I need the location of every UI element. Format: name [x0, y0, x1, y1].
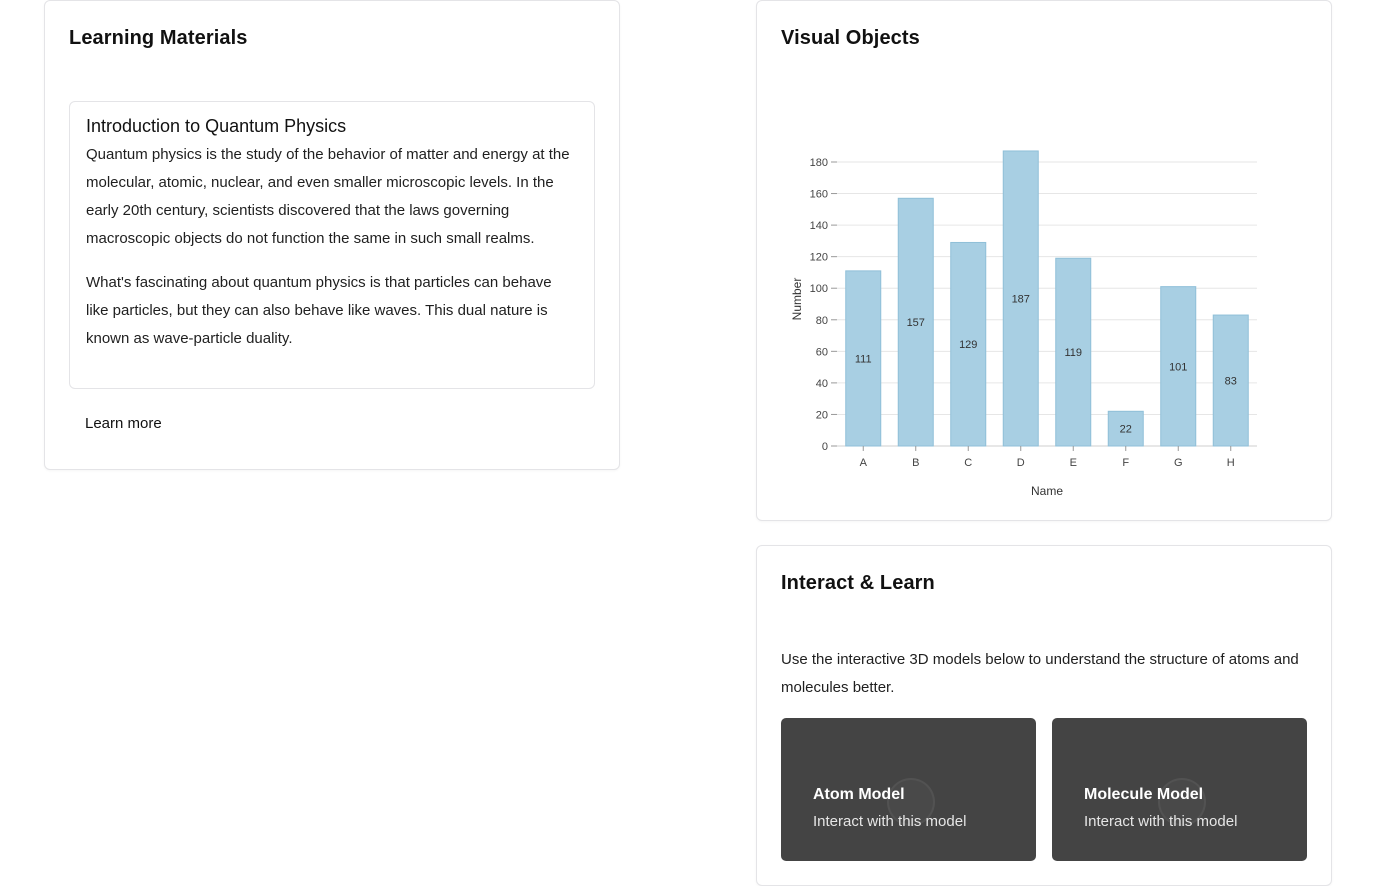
model-title: Atom Model: [813, 786, 905, 803]
visual-objects-card: Visual Objects 0 20 40 60 80 100 120 140 160 180 1…: [756, 0, 1332, 521]
learn-more-link[interactable]: Learn more: [85, 415, 162, 432]
lesson-paragraph: What's fascinating about quantum physics…: [86, 274, 552, 347]
x-tick-label: E: [1070, 457, 1077, 469]
y-tick-label: 80: [816, 315, 828, 327]
molecule-model-tile[interactable]: Molecule Model Interact with this model: [1052, 718, 1307, 861]
interact-learn-title: Interact & Learn: [781, 572, 935, 594]
bar-value-label: 157: [907, 317, 925, 329]
x-tick-label: H: [1227, 457, 1235, 469]
y-tick-label: 100: [810, 283, 828, 295]
y-tick-label: 0: [822, 441, 828, 453]
y-tick-label: 20: [816, 409, 828, 421]
bar-value-label: 119: [1064, 347, 1082, 359]
interact-description: Use the interactive 3D models below to u…: [781, 651, 1299, 696]
learning-materials-card: Learning Materials Introduction to Quant…: [44, 0, 620, 470]
interact-learn-card: Interact & Learn Use the interactive 3D …: [756, 545, 1332, 886]
y-tick-label: 180: [810, 157, 828, 169]
bar-value-label: 187: [1012, 293, 1030, 305]
model-subtitle: Interact with this model: [813, 813, 967, 830]
bar-value-label: 111: [855, 353, 872, 365]
y-tick-label: 140: [810, 220, 828, 232]
atom-model-tile[interactable]: Atom Model Interact with this model: [781, 718, 1036, 861]
x-tick-label: G: [1174, 457, 1183, 469]
x-tick-label: D: [1017, 457, 1025, 469]
x-tick-label: F: [1122, 457, 1129, 469]
lesson-title: Introduction to Quantum Physics: [86, 116, 347, 136]
lesson-box: Introduction to Quantum Physics Quantum …: [69, 101, 595, 389]
bar-value-label: 101: [1169, 361, 1187, 373]
x-tick-label: C: [964, 457, 972, 469]
bar-value-label: 22: [1120, 424, 1132, 436]
model-title: Molecule Model: [1084, 786, 1204, 803]
y-tick-label: 40: [816, 378, 828, 390]
x-tick-label: B: [912, 457, 919, 469]
bar-value-label: 83: [1225, 376, 1237, 388]
x-tick-label: A: [860, 457, 868, 469]
y-axis-label: Number: [790, 278, 804, 321]
bar-value-label: 129: [959, 339, 977, 351]
lesson-paragraph: Quantum physics is the study of the beha…: [86, 146, 570, 247]
learning-materials-title: Learning Materials: [69, 27, 248, 49]
bar-chart: 0 20 40 60 80 100 120 140 160 180 111 A 157 B 129 C 187 D…: [790, 150, 1257, 498]
y-tick-label: 120: [810, 252, 828, 264]
model-subtitle: Interact with this model: [1084, 813, 1238, 830]
y-tick-label: 60: [816, 346, 828, 358]
y-tick-label: 160: [810, 189, 828, 201]
x-axis-label: Name: [1031, 484, 1063, 498]
